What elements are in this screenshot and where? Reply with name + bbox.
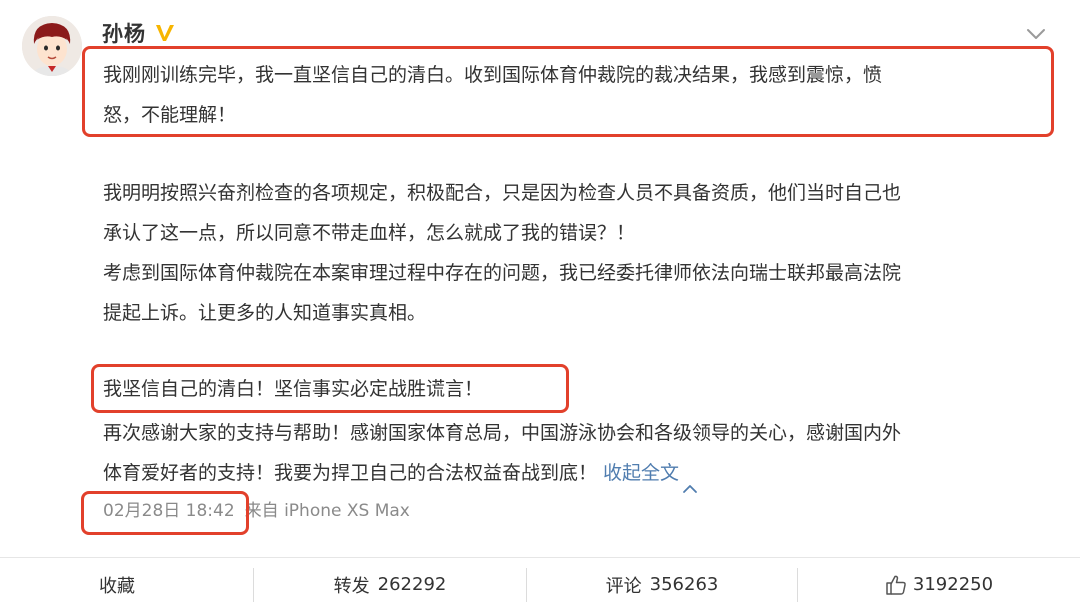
post-text-line: 再次感谢大家的支持与帮助！感谢国家体育总局，中国游泳协会和各级领导的关心，感谢国… (103, 422, 902, 444)
post-paragraph-1: 我刚刚训练完毕，我一直坚信自己的清白。收到国际体育仲裁院的裁决结果，我感到震惊，… (103, 55, 1048, 135)
verified-badge-icon (154, 22, 176, 44)
post-source: 来自 iPhone XS Max (244, 501, 410, 521)
like-count: 3192250 (912, 574, 994, 595)
favorite-button[interactable]: 收藏 (0, 558, 253, 611)
post-timestamp[interactable]: 02月28日 18:42 (103, 501, 235, 521)
chevron-up-icon (682, 468, 698, 493)
post-header: 孙杨 (102, 16, 176, 50)
post-text-line: 我刚刚训练完毕，我一直坚信自己的清白。收到国际体育仲裁院的裁决结果，我感到震惊，… (103, 64, 883, 86)
post-text-line: 怒，不能理解！ (103, 104, 237, 126)
repost-button[interactable]: 转发 262292 (254, 558, 526, 611)
comment-label: 评论 (605, 575, 642, 597)
comment-count: 356263 (649, 574, 719, 595)
chevron-down-icon[interactable] (1026, 26, 1046, 40)
post-text-line: 考虑到国际体育仲裁院在本案审理过程中存在的问题，我已经委托律师依法向瑞士联邦最高… (103, 262, 902, 284)
post-paragraph-3: 考虑到国际体育仲裁院在本案审理过程中存在的问题，我已经委托律师依法向瑞士联邦最高… (103, 253, 1048, 333)
avatar-cartoon-icon (22, 16, 82, 76)
collapse-full-text-link[interactable]: 收起全文 (603, 462, 698, 493)
post-paragraph-5: 再次感谢大家的支持与帮助！感谢国家体育总局，中国游泳协会和各级领导的关心，感谢国… (103, 413, 1048, 493)
post-text: 体育爱好者的支持！我要为捍卫自己的合法权益奋战到底！ (103, 462, 598, 484)
post-meta: 02月28日 18:42 来自 iPhone XS Max (103, 497, 410, 525)
weibo-post: 孙杨 我刚刚训练完毕，我一直坚信自己的清白。收到国际体育仲裁院的裁决结果，我感到… (0, 0, 1080, 611)
post-text-line: 提起上诉。让更多的人知道事实真相。 (103, 302, 427, 324)
post-paragraph-4: 我坚信自己的清白！坚信事实必定战胜谎言！ (103, 369, 1048, 409)
post-text-line: 我坚信自己的清白！坚信事实必定战胜谎言！ (103, 378, 484, 400)
repost-label: 转发 (333, 575, 370, 597)
favorite-label: 收藏 (99, 575, 135, 597)
post-paragraph-2: 我明明按照兴奋剂检查的各项规定，积极配合，只是因为检查人员不具备资质，他们当时自… (103, 173, 1048, 253)
repost-count: 262292 (377, 574, 447, 595)
username[interactable]: 孙杨 (102, 18, 146, 48)
comment-button[interactable]: 评论 356263 (527, 558, 797, 611)
action-bar: 收藏 转发 262292 评论 356263 3192250 (0, 558, 1080, 611)
avatar[interactable] (22, 16, 82, 76)
like-button[interactable]: 3192250 (798, 558, 1080, 611)
thumbs-up-icon (885, 574, 907, 596)
post-text-line: 我明明按照兴奋剂检查的各项规定，积极配合，只是因为检查人员不具备资质，他们当时自… (103, 182, 902, 204)
collapse-label: 收起全文 (603, 462, 680, 484)
post-text-line-last: 体育爱好者的支持！我要为捍卫自己的合法权益奋战到底！ 收起全文 (103, 453, 1048, 493)
post-text-line: 承认了这一点，所以同意不带走血样，怎么就成了我的错误？！ (103, 222, 636, 244)
